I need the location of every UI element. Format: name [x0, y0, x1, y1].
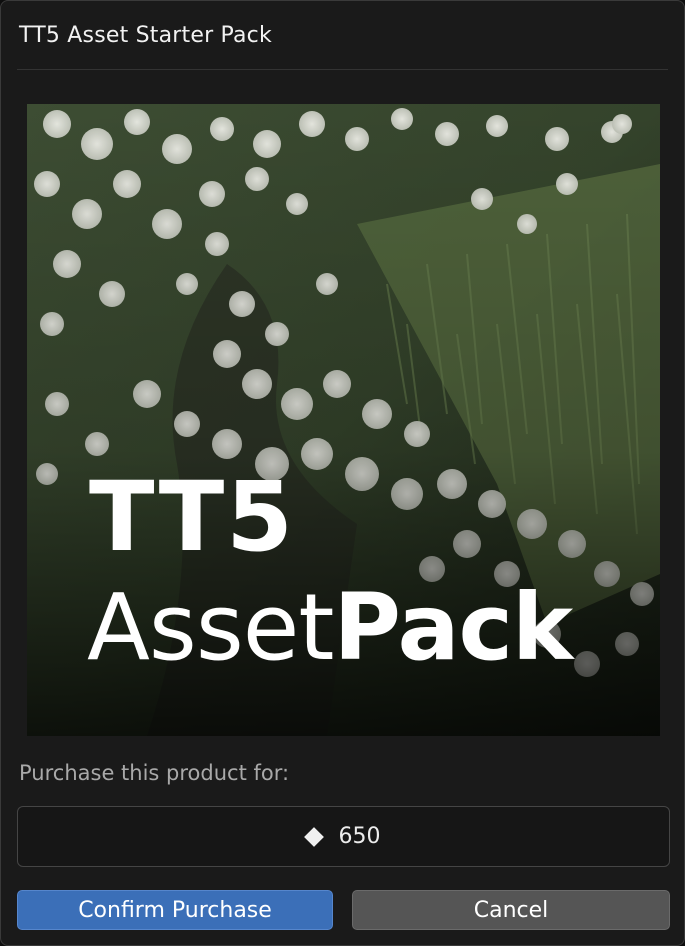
product-logo-asset: Asset [87, 574, 334, 681]
purchase-prompt: Purchase this product for: [19, 761, 290, 785]
product-logo-pack: Pack [333, 574, 573, 681]
cancel-button[interactable]: Cancel [352, 890, 670, 930]
product-image: TT5 AssetPack [27, 104, 660, 736]
product-logo-line1: TT5 [89, 461, 295, 573]
purchase-dialog: TT5 Asset Starter Pack TT5 AssetPack Pur… [0, 0, 685, 946]
confirm-purchase-button[interactable]: Confirm Purchase [17, 890, 333, 930]
product-logo-line2: AssetPack [87, 582, 573, 674]
title-divider [17, 69, 668, 70]
price-value: 650 [338, 824, 381, 849]
price-content: 650 [303, 824, 381, 849]
diamond-icon [303, 826, 324, 847]
price-display: 650 [17, 806, 670, 867]
dialog-title: TT5 Asset Starter Pack [19, 23, 272, 48]
